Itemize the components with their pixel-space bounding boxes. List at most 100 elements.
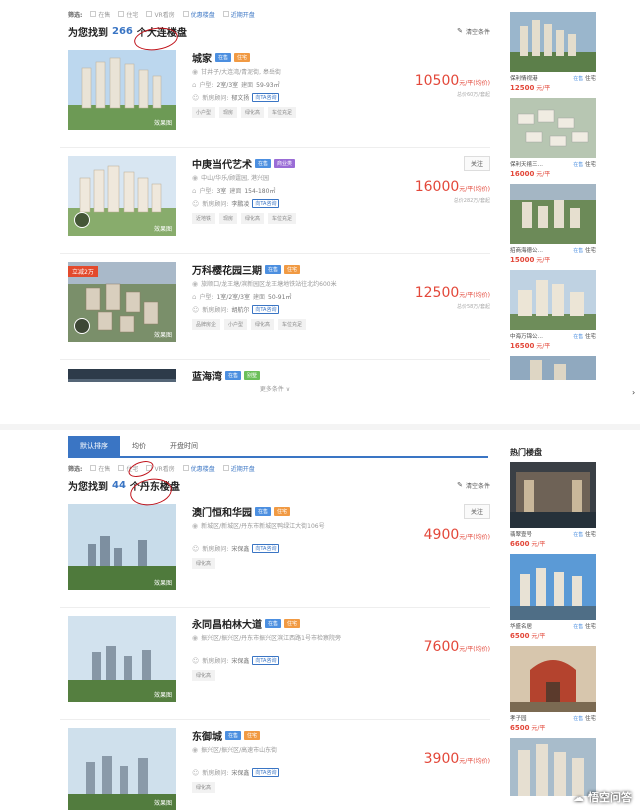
listing-card-partial[interactable]: 蓝海湾 在售 别墅	[60, 360, 490, 383]
side-listing-image	[510, 270, 596, 330]
listing-info: 永同昌柏林大道 在售 住宅 ◉ 振兴区/振兴区/丹东市振兴区滨江西路1号市检察院旁 ☺…	[192, 616, 392, 681]
side-listing-name: 保利情视港	[510, 76, 538, 82]
scroll-arrow-icon[interactable]: ›	[632, 388, 635, 397]
side-listing[interactable]: 招商海德公… 在售 住宅 15000 元/平	[510, 184, 596, 264]
listing-address: 新城区/新城区/丹东市新城区鸭绿江大街106号	[201, 523, 325, 530]
feature-tags: 近地铁 现房 绿化高 车位充足	[192, 213, 392, 224]
listing-image[interactable]: 效果图	[68, 616, 176, 702]
consult-button[interactable]: 向TA咨询	[252, 199, 280, 208]
listing-title[interactable]: 城家	[192, 50, 212, 65]
tab-avg-price[interactable]: 均价	[120, 436, 158, 456]
feature-tags: 品牌房企 小户型 绿化高 车位充足	[192, 319, 392, 330]
side-listing-partial[interactable]	[510, 356, 596, 380]
side-price-unit: 元/平	[536, 343, 551, 350]
feature-tag: 车位充足	[268, 213, 297, 224]
status-badge: 在售	[215, 52, 232, 62]
side-listing-partial[interactable]	[510, 738, 596, 796]
side-price-unit: 元/平	[531, 633, 546, 640]
area-value: 154-180㎡	[244, 188, 276, 195]
feature-tag: 近地铁	[192, 213, 216, 224]
follow-button[interactable]: 关注	[463, 504, 490, 519]
price-value: 4900	[423, 527, 460, 543]
follow-button[interactable]: 关注	[463, 156, 490, 171]
agent-icon: ☺	[192, 305, 200, 314]
clear-filters-button[interactable]: ✎ 清空条件	[457, 481, 490, 490]
filter-option-residential[interactable]: 住宅	[118, 10, 138, 19]
eraser-icon: ✎	[457, 27, 463, 35]
more-filters-button[interactable]: 更多条件 ∨	[60, 382, 490, 398]
tab-default-sort[interactable]: 默认排序	[68, 436, 120, 456]
listing-card[interactable]: 效果图 城家 在售 住宅 ◉ 甘井子/大连湾/青泥街, 皋岳街 ⌂ 户型: 2室/3室 建面…	[60, 42, 490, 148]
side-price: 16000	[510, 170, 535, 178]
tab-opening-time[interactable]: 开盘时间	[158, 436, 210, 456]
listing-image[interactable]: 效果图	[68, 504, 176, 590]
clear-filters-button[interactable]: ✎ 清空条件	[457, 27, 490, 36]
checkbox-icon	[182, 11, 189, 17]
side-price: 16500	[510, 342, 535, 350]
filter-option-recent-opening[interactable]: 近期开盘	[222, 464, 255, 473]
feature-tags: 绿化高	[192, 558, 392, 569]
listing-title[interactable]: 万科樱花园三期	[192, 262, 262, 277]
price-unit: 元/平(均价)	[459, 758, 490, 765]
filter-option-on-sale[interactable]: 在售	[90, 464, 110, 473]
listing-card[interactable]: 效果图 东御城 在售 住宅 ◉ 振兴区/振兴区/高速市山东街 ☺ 新房顾问: 宋保鑫 向TA…	[60, 720, 490, 810]
listing-title[interactable]: 中庚当代艺术	[192, 156, 252, 171]
consult-button[interactable]: 向TA咨询	[252, 656, 280, 665]
vr-icon[interactable]	[74, 318, 90, 334]
listing-card[interactable]: 效果图 永同昌柏林大道 在售 住宅 ◉ 振兴区/振兴区/丹东市振兴区滨江西路1号市检察…	[60, 608, 490, 720]
listing-card[interactable]: 效果图 中庚当代艺术 在售 商业类 ◉ 中山/华乐/顾霆园, 港兴园 ⌂ 户型: 3室 建面…	[60, 148, 490, 254]
side-listing[interactable]: 华盛名居 在售 住宅 6500 元/平	[510, 554, 596, 640]
listing-title[interactable]: 永同昌柏林大道	[192, 616, 262, 631]
listing-image[interactable]	[68, 368, 176, 382]
agent-icon: ☺	[192, 656, 200, 665]
filter-option-recent-opening[interactable]: 近期开盘	[222, 10, 255, 19]
image-tag: 效果图	[153, 692, 172, 699]
side-listing[interactable]: 中海万锦公… 在售 住宅 16500 元/平	[510, 270, 596, 350]
location-icon: ◉	[192, 279, 199, 288]
side-listing-name: 孝子园	[510, 716, 527, 722]
side-type: 住宅	[584, 162, 596, 168]
listing-image[interactable]: 效果图	[68, 728, 176, 810]
recommend-sidebar: 保利情视港 在售 住宅 12500 元/平 保利天禧三… 在售 住宅 16000 元…	[510, 12, 600, 386]
results-section-dandong: 默认排序 均价 开盘时间 筛选: 在售 住宅 VR看房 优惠楼盘 近期开盘 为您…	[60, 436, 490, 810]
filter-option-vr[interactable]: VR看房	[146, 10, 175, 19]
side-type: 住宅	[584, 248, 596, 254]
agent-label: 新房顾问:	[202, 201, 229, 208]
listing-info: 蓝海湾 在售 别墅	[192, 368, 392, 383]
side-type: 住宅	[584, 334, 596, 340]
filter-option-discount[interactable]: 优惠楼盘	[182, 464, 215, 473]
layout-value: 2室/3室	[216, 82, 239, 89]
listing-image[interactable]: 效果图	[68, 50, 176, 130]
agent-label: 新房顾问:	[202, 546, 229, 553]
status-badge: 在售	[255, 506, 272, 516]
filter-option-discount[interactable]: 优惠楼盘	[182, 10, 215, 19]
type-badge: 商业类	[274, 158, 296, 168]
listing-image[interactable]: 立减2万 效果图	[68, 262, 176, 342]
listing-card[interactable]: 立减2万 效果图 万科樱花园三期 在售 住宅 ◉ 旅顺口/龙王塘/滨新园区龙王塘地铁站…	[60, 254, 490, 360]
consult-button[interactable]: 向TA咨询	[252, 768, 280, 777]
listing-price: 3900元/平(均价)	[424, 748, 490, 767]
consult-button[interactable]: 向TA咨询	[252, 544, 280, 553]
side-status: 在售	[573, 334, 584, 340]
listing-title[interactable]: 东御城	[192, 728, 222, 743]
vr-icon[interactable]	[74, 212, 90, 228]
section-divider	[0, 424, 640, 430]
consult-button[interactable]: 向TA咨询	[252, 305, 280, 314]
listing-image[interactable]: 效果图	[68, 156, 176, 236]
layout-label: 户型:	[199, 188, 214, 195]
price-unit: 元/平(均价)	[459, 80, 490, 87]
status-badge: 在售	[265, 618, 282, 628]
listing-title[interactable]: 蓝海湾	[192, 368, 222, 383]
consult-button[interactable]: 向TA咨询	[252, 93, 280, 102]
image-tag: 效果图	[153, 332, 172, 339]
side-listing[interactable]: 翡翠壹号 在售 住宅 6600 元/平	[510, 462, 596, 548]
listing-title[interactable]: 澳门恒和华园	[192, 504, 252, 519]
side-listing[interactable]: 保利情视港 在售 住宅 12500 元/平	[510, 12, 596, 92]
area-label: 建面	[252, 294, 265, 301]
side-status: 在售	[573, 162, 584, 168]
checkbox-icon	[146, 11, 153, 17]
listing-card[interactable]: 效果图 澳门恒和华园 在售 住宅 ◉ 新城区/新城区/丹东市新城区鸭绿江大街106号 …	[60, 496, 490, 608]
side-listing[interactable]: 保利天禧三… 在售 住宅 16000 元/平	[510, 98, 596, 178]
filter-option-on-sale[interactable]: 在售	[90, 10, 110, 19]
side-listing[interactable]: 孝子园 在售 住宅 6500 元/平	[510, 646, 596, 732]
